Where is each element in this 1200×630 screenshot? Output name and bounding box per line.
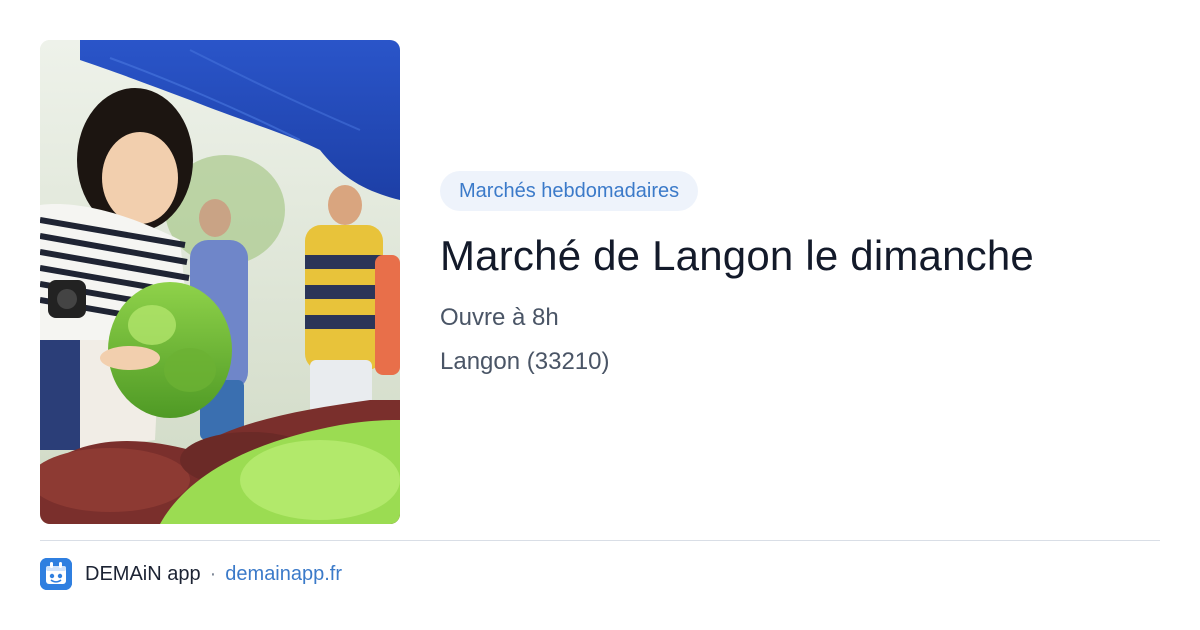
footer: DEMAiN app · demainapp.fr (40, 558, 342, 590)
event-details: Marchés hebdomadaires Marché de Langon l… (440, 171, 1160, 377)
footer-divider (40, 540, 1160, 541)
market-photo (40, 40, 400, 524)
site-domain-link[interactable]: demainapp.fr (225, 563, 342, 586)
event-location: Langon (33210) (440, 348, 610, 375)
category-badge[interactable]: Marchés hebdomadaires (440, 171, 699, 211)
footer-separator: · (209, 562, 217, 585)
demain-app-logo-icon (40, 558, 72, 590)
app-name: DEMAiN app (85, 562, 201, 585)
share-card: Marchés hebdomadaires Marché de Langon l… (0, 0, 1200, 630)
event-title: Marché de Langon le dimanche (440, 232, 1034, 279)
opening-hours: Ouvre à 8h (440, 304, 559, 331)
